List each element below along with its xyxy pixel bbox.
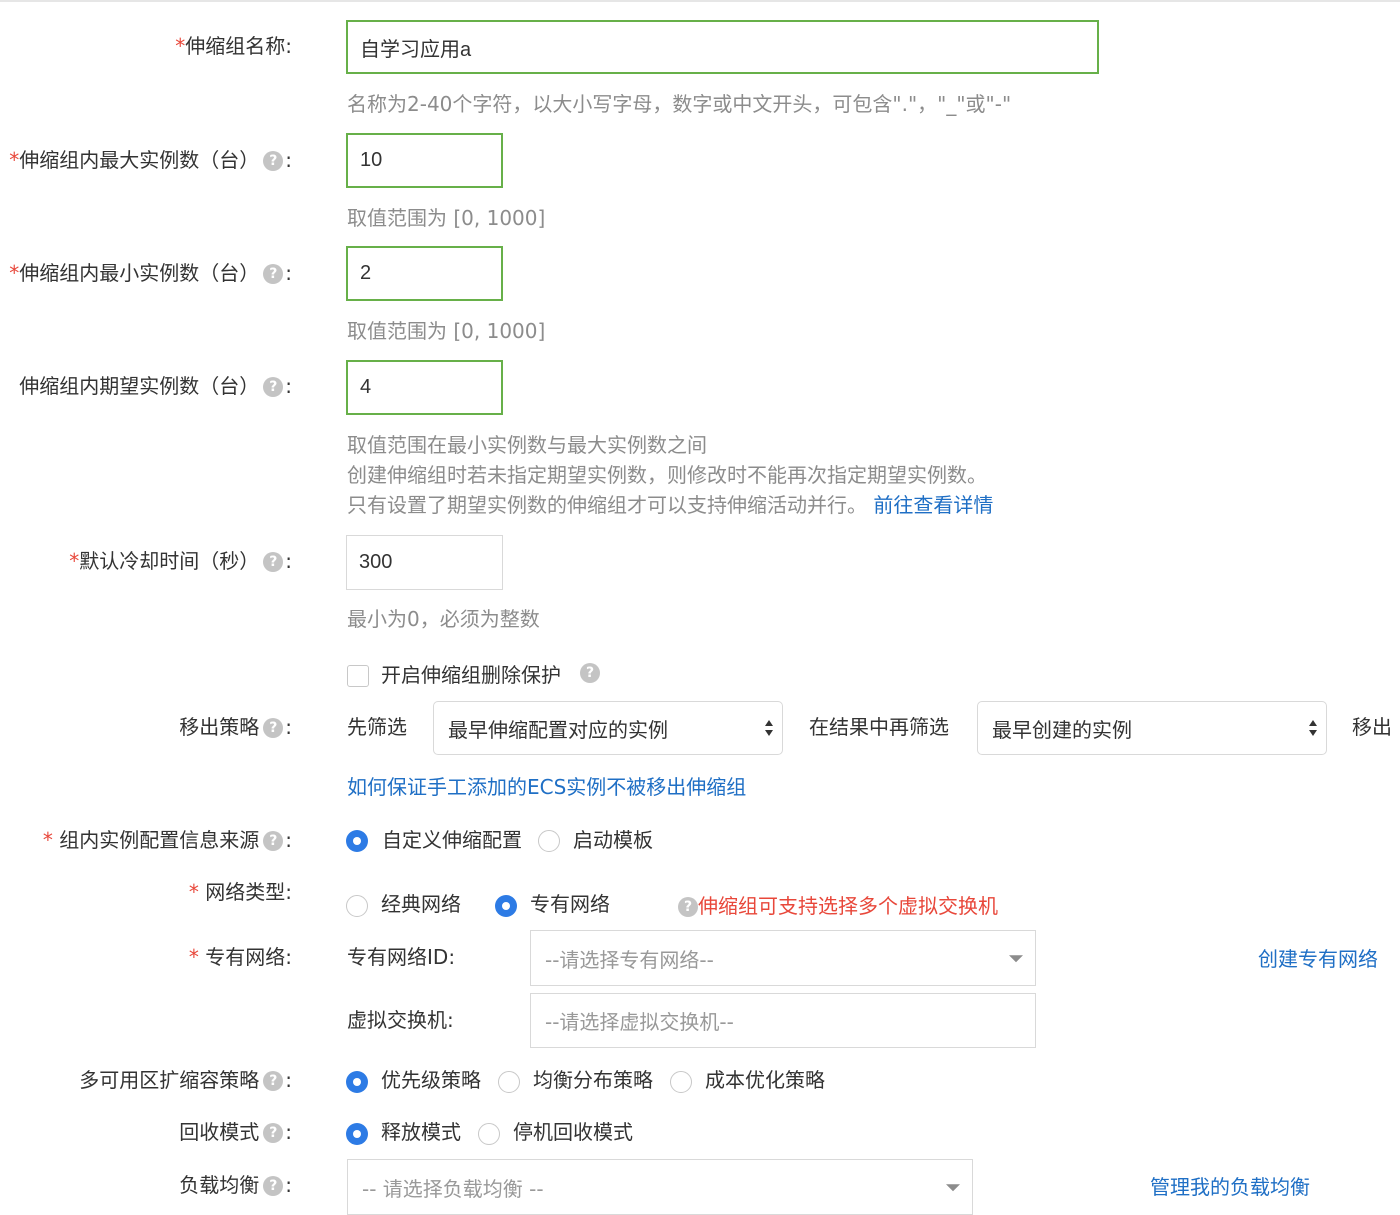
vpc-network-label[interactable]: 专有网络 <box>530 890 610 918</box>
cooldown-input[interactable]: 300 <box>346 535 503 590</box>
select-arrows-icon <box>765 720 773 736</box>
chevron-down-icon <box>946 1184 960 1192</box>
vpc-network-radio[interactable] <box>495 895 517 917</box>
min-instances-help: 取值范围为 [0, 1000] <box>347 319 546 343</box>
min-instances-input[interactable]: 2 <box>346 246 503 301</box>
config-source-custom-radio[interactable] <box>346 830 368 852</box>
balanced-policy-radio[interactable] <box>498 1071 520 1093</box>
view-details-link[interactable]: 前往查看详情 <box>873 493 993 517</box>
help-icon[interactable]: ? <box>263 718 284 738</box>
help-icon[interactable]: ? <box>263 1176 284 1196</box>
help-icon[interactable]: ? <box>263 831 284 851</box>
balanced-policy-label[interactable]: 均衡分布策略 <box>533 1066 653 1094</box>
manage-load-balancer-link[interactable]: 管理我的负载均衡 <box>1150 1171 1310 1200</box>
vswitch-select[interactable]: --请选择虚拟交换机-- <box>530 993 1036 1048</box>
help-icon[interactable]: ? <box>263 1071 284 1091</box>
cost-policy-radio[interactable] <box>670 1071 692 1093</box>
release-mode-label[interactable]: 释放模式 <box>381 1118 461 1146</box>
help-icon[interactable]: ? <box>263 151 284 171</box>
chevron-down-icon <box>1009 955 1023 963</box>
max-instances-help: 取值范围为 [0, 1000] <box>347 206 546 230</box>
top-divider <box>0 0 1400 2</box>
priority-policy-label[interactable]: 优先级策略 <box>381 1066 481 1094</box>
network-hint: ? 伸缩组可支持选择多个虚拟交换机 <box>678 890 998 919</box>
max-instances-input[interactable]: 10 <box>346 133 503 188</box>
cooldown-help: 最小为0，必须为整数 <box>347 607 540 631</box>
help-icon[interactable]: ? <box>263 264 284 284</box>
create-vpc-link[interactable]: 创建专有网络 <box>1258 943 1378 972</box>
help-icon[interactable]: ? <box>678 897 698 917</box>
stop-reclaim-mode-radio[interactable] <box>478 1123 500 1145</box>
help-icon[interactable]: ? <box>263 377 284 397</box>
help-icon[interactable]: ? <box>263 552 284 572</box>
delete-protection-checkbox[interactable] <box>347 665 369 687</box>
classic-network-label[interactable]: 经典网络 <box>381 890 461 918</box>
first-filter-label: 先筛选 <box>347 715 407 739</box>
vpc-id-label: 专有网络ID: <box>347 945 456 969</box>
ecs-protection-link[interactable]: 如何保证手工添加的ECS实例不被移出伸缩组 <box>347 771 746 800</box>
max-instances-label: *伸缩组内最大实例数（台）?: <box>9 148 292 172</box>
load-balancer-select[interactable]: -- 请选择负载均衡 -- <box>347 1159 973 1215</box>
select-arrows-icon <box>1309 720 1317 736</box>
release-mode-radio[interactable] <box>346 1123 368 1145</box>
desired-instances-input[interactable]: 4 <box>346 360 503 415</box>
second-filter-select[interactable]: 最早创建的实例 <box>977 701 1327 755</box>
desired-help-line3: 只有设置了期望实例数的伸缩组才可以支持伸缩活动并行。 前往查看详情 <box>347 493 994 517</box>
vpc-label: * 专有网络: <box>188 945 292 969</box>
min-instances-label: *伸缩组内最小实例数（台）?: <box>9 261 292 285</box>
delete-protection-label[interactable]: 开启伸缩组删除保护 <box>381 661 561 689</box>
classic-network-radio[interactable] <box>346 895 368 917</box>
help-icon[interactable]: ? <box>263 1123 284 1143</box>
stop-reclaim-mode-label[interactable]: 停机回收模式 <box>513 1118 633 1146</box>
config-source-custom-label[interactable]: 自定义伸缩配置 <box>382 826 522 854</box>
cost-policy-label[interactable]: 成本优化策略 <box>705 1066 825 1094</box>
name-help: 名称为2-40个字符，以大小写字母，数字或中文开头，可包含"."，"_"或"-" <box>347 92 1012 116</box>
reclaim-mode-label: 回收模式?: <box>179 1120 292 1144</box>
multi-zone-policy-label: 多可用区扩缩容策略?: <box>79 1068 292 1092</box>
priority-policy-radio[interactable] <box>346 1071 368 1093</box>
removal-suffix: 移出 <box>1352 715 1392 739</box>
first-filter-select[interactable]: 最早伸缩配置对应的实例 <box>433 701 783 755</box>
vswitch-label: 虚拟交换机: <box>347 1008 454 1032</box>
delete-protection-help-icon[interactable]: ? <box>580 663 600 683</box>
cooldown-label: *默认冷却时间（秒）?: <box>69 549 292 573</box>
desired-help-line1: 取值范围在最小实例数与最大实例数之间 <box>347 433 707 457</box>
second-filter-label: 在结果中再筛选 <box>809 715 949 739</box>
config-source-label: * 组内实例配置信息来源?: <box>42 828 292 852</box>
removal-policy-label: 移出策略?: <box>179 715 292 739</box>
name-label: *伸缩组名称: <box>175 34 292 58</box>
network-type-label: * 网络类型: <box>188 880 292 904</box>
load-balancer-label: 负载均衡?: <box>179 1173 292 1197</box>
config-source-template-radio[interactable] <box>538 830 560 852</box>
desired-help-line2: 创建伸缩组时若未指定期望实例数，则修改时不能再次指定期望实例数。 <box>347 463 987 487</box>
name-input[interactable]: 自学习应用a <box>346 20 1099 74</box>
desired-instances-label: 伸缩组内期望实例数（台）?: <box>19 374 292 398</box>
config-source-template-label[interactable]: 启动模板 <box>573 826 653 854</box>
vpc-id-select[interactable]: --请选择专有网络-- <box>530 930 1036 986</box>
